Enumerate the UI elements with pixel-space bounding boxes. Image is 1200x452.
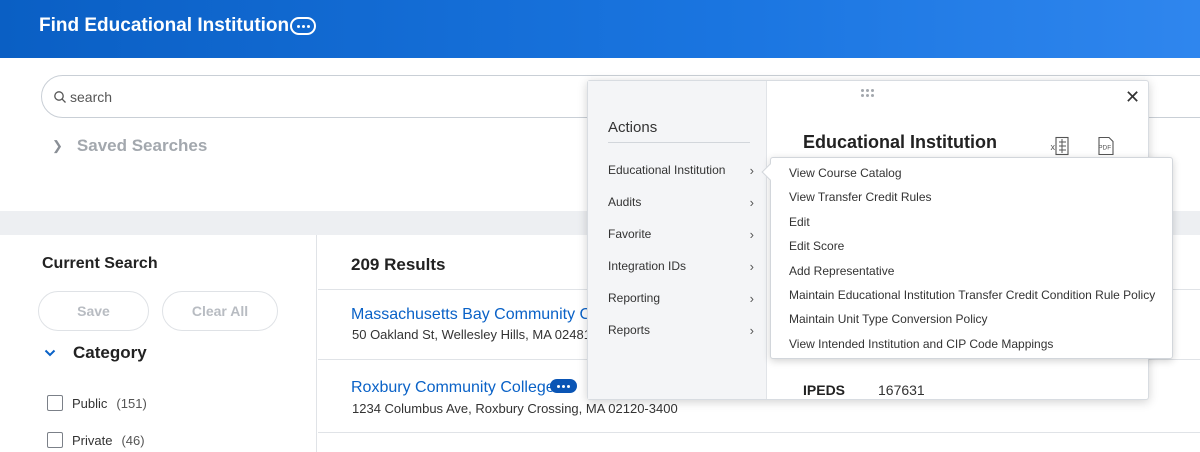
drag-handle-icon[interactable] [861,89,874,97]
chevron-right-icon: › [749,291,754,306]
actions-title: Actions [608,119,658,136]
chevron-right-icon: ❯ [52,138,63,153]
add-representative-item[interactable]: Add Representative [789,264,894,278]
chevron-right-icon: › [749,259,754,274]
saved-searches-label: Saved Searches [76,136,208,155]
view-transfer-credit-rules-item[interactable]: View Transfer Credit Rules [789,190,932,204]
action-reports[interactable]: Reports › [608,323,758,343]
facet-public: Public (151) [47,395,147,411]
facet-count: (151) [116,395,147,411]
save-button[interactable]: Save [38,291,149,331]
pdf-export-icon[interactable]: PDF [1096,136,1116,156]
action-label: Favorite [608,227,652,241]
divider [318,432,1200,433]
search-input[interactable] [70,85,570,109]
public-checkbox[interactable] [47,395,63,411]
current-search-title: Current Search [42,255,158,272]
result-address: 1234 Columbus Ave, Roxbury Crossing, MA … [352,401,678,416]
action-label: Reporting [608,291,661,305]
result-link[interactable]: Massachusetts Bay Community Co [351,306,600,324]
category-label: Category [73,343,147,362]
chevron-right-icon: › [749,195,754,210]
action-educational-institution[interactable]: Educational Institution › [608,163,758,183]
related-actions-button[interactable] [290,17,316,35]
action-label: Audits [608,195,642,209]
action-label: Integration IDs [608,259,687,273]
facet-label: Public [72,395,108,411]
detail-title: Educational Institution [803,132,997,152]
private-checkbox[interactable] [47,432,63,448]
page-header: Find Educational Institution [0,0,1200,58]
svg-text:x: x [1051,142,1056,152]
action-integration-ids[interactable]: Integration IDs › [608,259,758,279]
page-title: Find Educational Institution [39,15,290,36]
excel-export-icon[interactable]: x [1050,136,1070,156]
maintain-unit-type-conversion-item[interactable]: Maintain Unit Type Conversion Policy [789,312,988,326]
chevron-right-icon: › [749,323,754,338]
ipeds-value: 167631 [878,382,925,398]
category-toggle[interactable]: Category [44,343,147,363]
ipeds-label: IPEDS [803,382,846,398]
search-icon [54,91,66,103]
filter-panel: Current Search Save Clear All Category P… [0,235,317,452]
edit-score-item[interactable]: Edit Score [789,239,844,253]
action-favorite[interactable]: Favorite › [608,227,758,247]
view-course-catalog-item[interactable]: View Course Catalog [789,166,902,180]
facet-count: (46) [121,432,145,448]
result-address: 50 Oakland St, Wellesley Hills, MA 02481… [352,327,603,342]
chevron-right-icon: › [749,227,754,242]
educational-institution-submenu: View Course Catalog View Transfer Credit… [761,157,1173,359]
edit-item[interactable]: Edit [789,215,810,229]
clear-all-button[interactable]: Clear All [162,291,278,331]
saved-searches-toggle[interactable]: ❯ Saved Searches [52,136,207,156]
action-reporting[interactable]: Reporting › [608,291,758,311]
action-audits[interactable]: Audits › [608,195,758,215]
facet-private: Private (46) [47,432,145,448]
results-count: 209 Results [351,255,446,274]
result-related-actions-button[interactable] [550,379,577,393]
view-intended-institution-item[interactable]: View Intended Institution and CIP Code M… [789,337,1053,351]
chevron-right-icon: › [749,163,754,178]
close-icon[interactable]: ✕ [1125,88,1140,106]
chevron-down-icon [44,349,56,357]
svg-text:PDF: PDF [1098,145,1111,152]
facet-label: Private [72,432,113,448]
maintain-transfer-credit-policy-item[interactable]: Maintain Educational Institution Transfe… [789,288,1155,302]
divider [608,142,750,143]
actions-menu: Actions Educational Institution › Audits ›… [588,81,767,399]
action-label: Reports [608,323,651,337]
action-label: Educational Institution [608,163,726,177]
result-link[interactable]: Roxbury Community College [351,379,555,397]
